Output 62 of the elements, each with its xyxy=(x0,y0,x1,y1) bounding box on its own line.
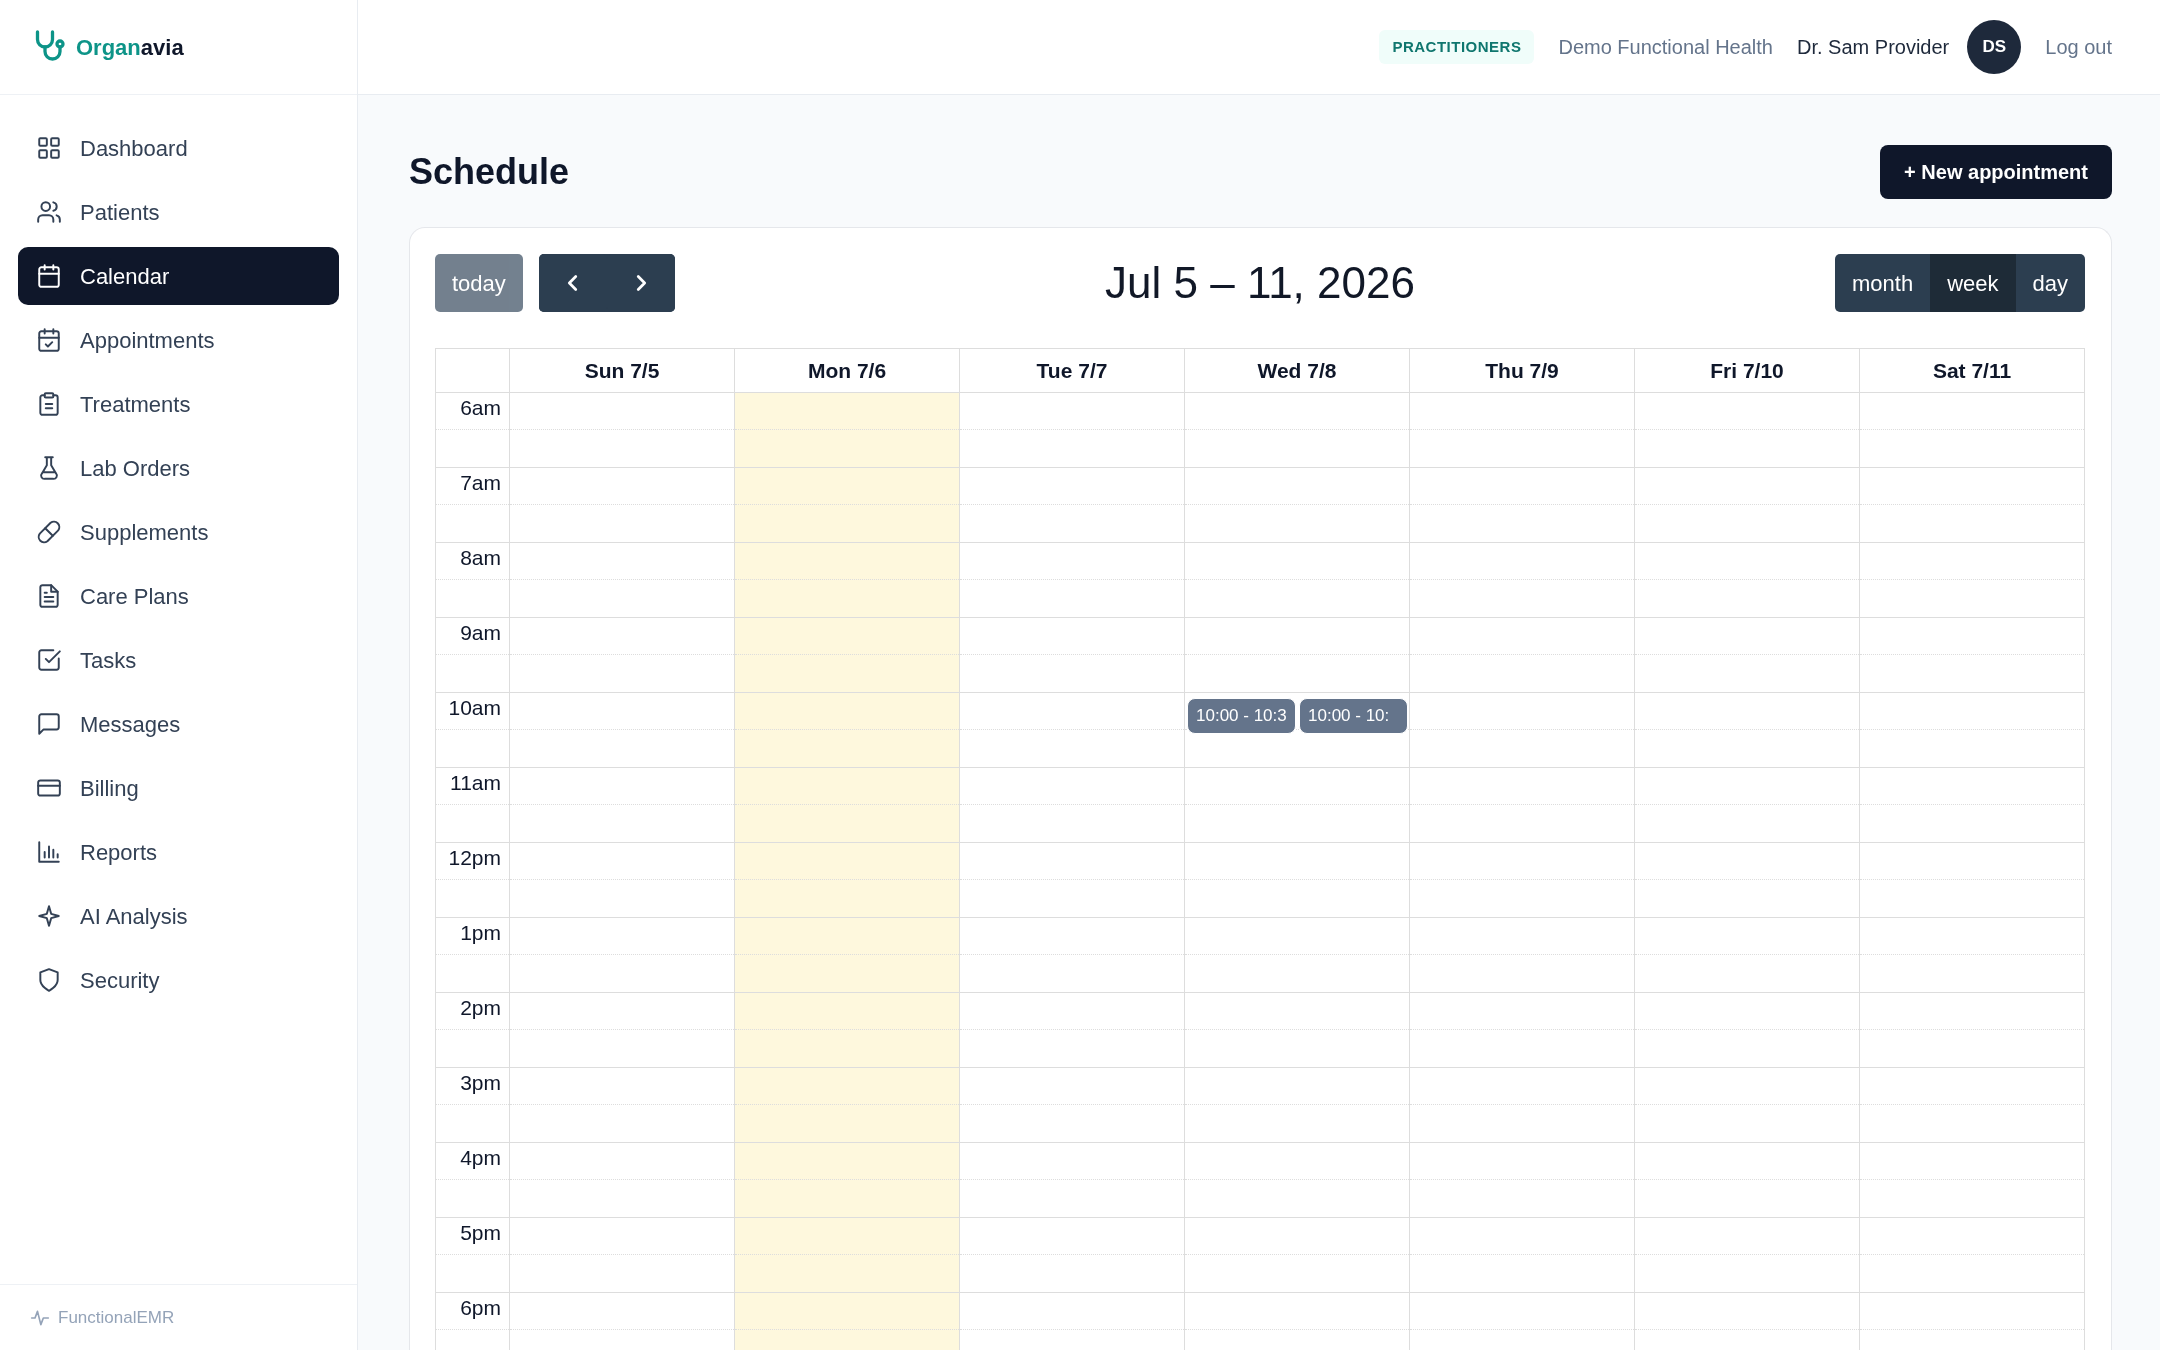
day-header: Wed 7/8 xyxy=(1184,349,1409,392)
sidebar-item[interactable]: Treatments xyxy=(18,375,339,433)
day-header: Thu 7/9 xyxy=(1409,349,1634,392)
page-title: Schedule xyxy=(409,150,570,194)
day-header: Sat 7/11 xyxy=(1859,349,2084,392)
view-button[interactable]: month xyxy=(1835,254,1931,312)
time-label: 10am xyxy=(447,695,502,721)
time-label: 1pm xyxy=(459,920,502,946)
sidebar-item[interactable]: Appointments xyxy=(18,311,339,369)
date-range-title: Jul 5 – 11, 2026 xyxy=(1105,256,1415,309)
people-icon xyxy=(36,199,62,225)
pill-icon xyxy=(36,519,62,545)
day-header: Tue 7/7 xyxy=(959,349,1184,392)
calendar-icon xyxy=(36,263,62,289)
logout-link[interactable]: Log out xyxy=(2045,32,2112,62)
day-header: Fri 7/10 xyxy=(1634,349,1859,392)
checkbox-icon xyxy=(36,647,62,673)
time-label: 2pm xyxy=(459,995,502,1021)
view-button[interactable]: day xyxy=(2015,254,2085,312)
time-label: 11am xyxy=(449,770,502,796)
sidebar-item[interactable]: Lab Orders xyxy=(18,439,339,497)
sidebar-item[interactable]: Security xyxy=(18,951,339,1009)
time-label: 3pm xyxy=(459,1070,502,1096)
role-badge: PRACTITIONERS xyxy=(1379,29,1535,65)
time-label: 9am xyxy=(459,620,502,646)
day-header: Sun 7/5 xyxy=(509,349,734,392)
appointment-event[interactable]: 10:00 - 10: xyxy=(1299,698,1408,734)
clipboard-icon xyxy=(36,391,62,417)
sidebar-item[interactable]: Supplements xyxy=(18,503,339,561)
sidebar-item[interactable]: Care Plans xyxy=(18,567,339,625)
document-icon xyxy=(36,583,62,609)
brand-name: Organavia xyxy=(76,33,184,62)
time-label: 12pm xyxy=(447,845,502,871)
view-button[interactable]: week xyxy=(1930,254,2016,312)
calendar-check-icon xyxy=(36,327,62,353)
new-appointment-button[interactable]: + New appointment xyxy=(1880,145,2112,199)
appointment-event[interactable]: 10:00 - 10:3 xyxy=(1187,698,1296,734)
organization-name: Demo Functional Health xyxy=(1558,35,1773,60)
time-label: 5pm xyxy=(459,1220,502,1246)
shield-icon xyxy=(36,967,62,993)
day-header: Mon 7/6 xyxy=(734,349,959,392)
grid-icon xyxy=(36,135,62,161)
sidebar-item[interactable]: Tasks xyxy=(18,631,339,689)
pulse-icon xyxy=(30,1307,50,1328)
footer-brand: FunctionalEMR xyxy=(58,1306,175,1329)
time-label: 7am xyxy=(459,470,502,496)
sidebar-item[interactable]: Patients xyxy=(18,183,339,241)
sidebar-item[interactable]: Calendar xyxy=(18,247,339,305)
chat-icon xyxy=(36,711,62,737)
user-avatar[interactable]: DS xyxy=(1967,20,2022,74)
sidebar-item[interactable]: Messages xyxy=(18,695,339,753)
sidebar-item[interactable]: Billing xyxy=(18,759,339,817)
user-name: Dr. Sam Provider xyxy=(1797,35,1950,60)
time-label: 6am xyxy=(459,395,502,421)
sidebar-item[interactable]: AI Analysis xyxy=(18,887,339,945)
time-label: 6pm xyxy=(459,1295,502,1321)
time-label: 4pm xyxy=(459,1145,502,1171)
bar-chart-icon xyxy=(36,839,62,865)
sidebar-item[interactable]: Dashboard xyxy=(18,119,339,177)
sidebar-item[interactable]: Reports xyxy=(18,823,339,881)
time-label: 8am xyxy=(459,545,502,571)
sparkle-icon xyxy=(36,903,62,929)
